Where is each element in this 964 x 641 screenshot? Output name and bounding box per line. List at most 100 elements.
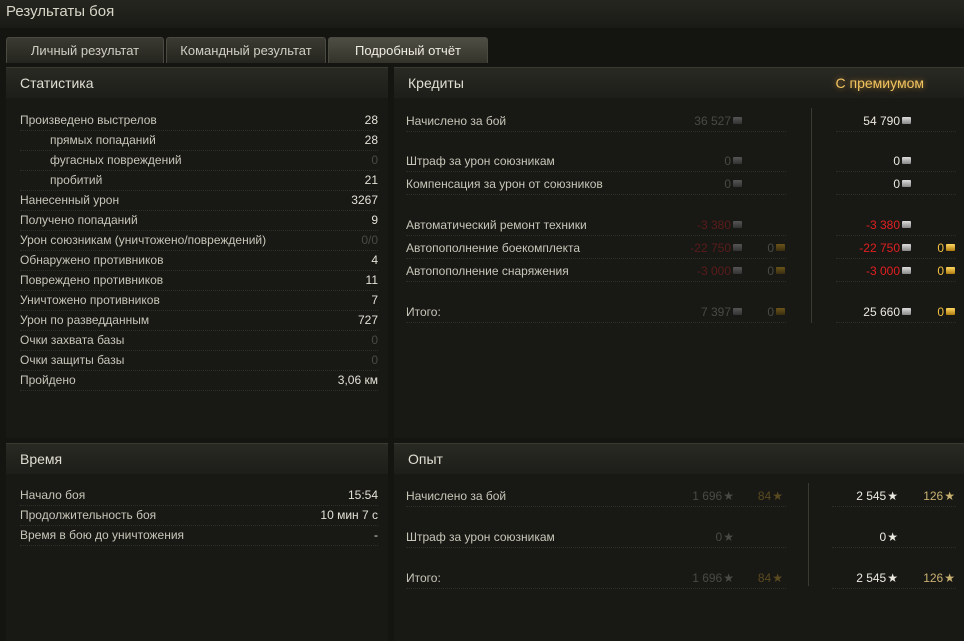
stat-value: 11	[365, 273, 378, 287]
premium-xp-value: 0	[879, 530, 887, 544]
stat-value: 0	[371, 153, 378, 167]
base-credits-value: 0	[724, 177, 731, 191]
star-icon: ★	[944, 571, 955, 585]
base-credits-value: 0	[724, 154, 731, 168]
tab-detailed-report[interactable]: Подробный отчёт	[328, 37, 488, 63]
xp-row-separator-premium	[832, 506, 956, 507]
credit-row-separator-premium	[836, 235, 956, 236]
base-xp-value: 0	[715, 530, 723, 544]
base-gold-value: 0	[767, 305, 774, 319]
credit-row-separator	[406, 171, 786, 172]
star-icon: ★	[723, 571, 734, 585]
silver-coin-icon	[733, 157, 742, 164]
tab-personal-result[interactable]: Личный результат	[6, 37, 164, 63]
stat-row: Пройдено 3,06 км	[20, 370, 378, 391]
xp-row-separator-premium	[832, 588, 956, 589]
time-label: Время в бою до уничтожения	[20, 528, 185, 542]
premium-xp: 2 545★	[856, 489, 898, 503]
credit-row-separator-premium	[836, 194, 956, 195]
premium-divider	[811, 108, 812, 323]
premium-gold: 0	[937, 264, 955, 278]
premium-gold: 0	[937, 241, 955, 255]
silver-coin-icon	[733, 244, 742, 251]
premium-label: С премиумом	[835, 75, 924, 91]
base-xp: 1 696★	[692, 571, 734, 585]
credit-row-separator-premium	[836, 281, 956, 282]
credit-row-separator	[406, 322, 786, 323]
credit-row-separator	[406, 258, 786, 259]
stat-value: 21	[364, 173, 378, 187]
credit-row-separator-premium	[836, 171, 956, 172]
time-row: Начало боя 15:54	[20, 485, 378, 506]
base-xp-value: 1 696	[692, 489, 723, 503]
base-credits: 36 527	[694, 114, 742, 128]
time-value: -	[374, 528, 378, 542]
silver-coin-icon	[902, 244, 911, 251]
silver-coin-icon	[902, 221, 911, 228]
tab-team-result[interactable]: Командный результат	[166, 37, 326, 63]
premium-credits: -22 750	[859, 241, 911, 255]
premium-gold-value: 0	[937, 305, 944, 319]
stat-row: Произведено выстрелов 28	[20, 110, 378, 131]
stat-row: Уничтожено противников 7	[20, 290, 378, 311]
star-icon: ★	[723, 489, 734, 503]
xp-row-separator-premium	[832, 547, 956, 548]
xp-label: Итого:	[406, 571, 441, 585]
base-credits: 7 397	[701, 305, 742, 319]
premium-free-xp-value: 126	[923, 489, 944, 503]
stat-row: Урон союзникам (уничтожено/повреждений) 0…	[20, 230, 378, 251]
premium-gold-value: 0	[937, 264, 944, 278]
base-xp: 1 696★	[692, 489, 734, 503]
experience-title: Опыт	[408, 451, 443, 467]
credit-label: Штраф за урон союзникам	[406, 154, 555, 168]
xp-label: Начислено за бой	[406, 489, 507, 503]
silver-coin-icon	[902, 267, 911, 274]
premium-credits-value: 0	[893, 154, 900, 168]
credit-label: Автопополнение боекомплекта	[406, 241, 580, 255]
stat-row: фугасных повреждений 0	[20, 150, 378, 171]
time-row: Продолжительность боя 10 мин 7 с	[20, 505, 378, 526]
stat-value: 3267	[351, 193, 378, 207]
credit-label: Итого:	[406, 305, 441, 319]
base-gold: 0	[767, 264, 785, 278]
base-credits-value: 7 397	[700, 305, 731, 319]
stat-label: Пройдено	[20, 373, 76, 387]
premium-credits-value: -3 380	[865, 218, 900, 232]
star-icon: ★	[772, 489, 783, 503]
stat-label: Получено попаданий	[20, 213, 138, 227]
base-credits-value: -3 380	[696, 218, 731, 232]
gold-coin-icon	[946, 267, 955, 274]
base-credits-value: 36 527	[694, 114, 731, 128]
star-icon: ★	[723, 530, 734, 544]
base-credits-value: -22 750	[690, 241, 731, 255]
stat-row: Получено попаданий 9	[20, 210, 378, 231]
gold-coin-icon	[776, 308, 785, 315]
credits-title: Кредиты	[408, 75, 464, 91]
stat-value: 28	[364, 113, 378, 127]
statistics-title: Статистика	[20, 75, 94, 91]
time-value: 10 мин 7 с	[320, 508, 378, 522]
stat-value: 4	[371, 253, 378, 267]
base-credits: 0	[724, 177, 742, 191]
stat-value: 9	[371, 213, 378, 227]
premium-credits-value: 25 660	[863, 305, 900, 319]
silver-coin-icon	[902, 157, 911, 164]
premium-credits-value: 0	[893, 177, 900, 191]
star-icon: ★	[887, 489, 898, 503]
credit-label: Автопополнение снаряжения	[406, 264, 569, 278]
star-icon: ★	[887, 571, 898, 585]
premium-credits: -3 000	[866, 264, 911, 278]
silver-coin-icon	[733, 221, 742, 228]
stat-label: Урон по разведданным	[20, 313, 150, 327]
premium-credits: 54 790	[863, 114, 911, 128]
silver-coin-icon	[902, 180, 911, 187]
stat-label: фугасных повреждений	[50, 153, 182, 167]
stat-row: Нанесенный урон 3267	[20, 190, 378, 211]
stat-label: Очки защиты базы	[20, 353, 125, 367]
xp-row-separator	[406, 547, 786, 548]
premium-xp: 0★	[880, 530, 898, 544]
silver-coin-icon	[902, 308, 911, 315]
premium-xp: 2 545★	[856, 571, 898, 585]
stat-row: Урон по разведданным 727	[20, 310, 378, 331]
base-xp-value: 1 696	[692, 571, 723, 585]
